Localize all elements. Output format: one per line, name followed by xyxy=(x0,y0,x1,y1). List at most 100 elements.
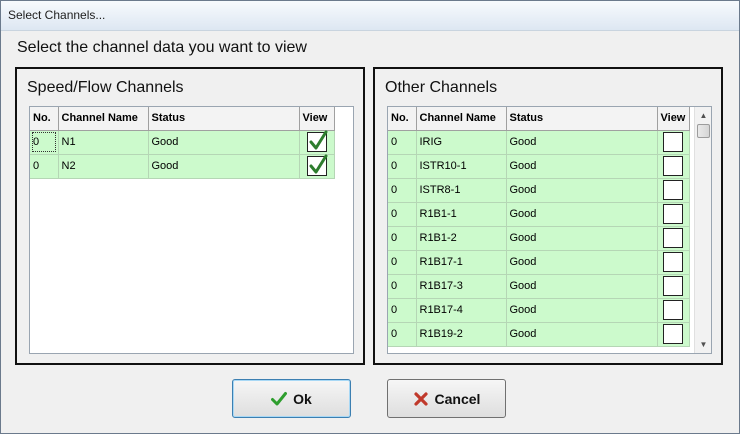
speed-flow-header-row: No. Channel Name Status View xyxy=(30,107,335,131)
cell-channel-name[interactable]: R1B17-4 xyxy=(416,298,507,323)
cell-channel-name[interactable]: N2 xyxy=(58,154,149,179)
cell-status[interactable]: Good xyxy=(506,250,658,275)
cell-status[interactable]: Good xyxy=(148,130,300,155)
column-header-view[interactable]: View xyxy=(657,107,690,131)
column-header-no[interactable]: No. xyxy=(30,107,59,131)
column-header-status[interactable]: Status xyxy=(148,107,300,131)
cell-no[interactable]: 0 xyxy=(30,154,59,179)
table-row[interactable]: 0 R1B17-1 Good xyxy=(388,250,690,275)
view-checkbox[interactable] xyxy=(663,324,683,344)
checkmark-icon xyxy=(271,391,288,407)
cell-view xyxy=(657,274,690,299)
cell-status[interactable]: Good xyxy=(506,202,658,227)
dialog-window: Select Channels... Select the channel da… xyxy=(0,0,740,434)
cell-channel-name[interactable]: R1B1-2 xyxy=(416,226,507,251)
cell-channel-name[interactable]: ISTR8-1 xyxy=(416,178,507,203)
table-row[interactable]: 0 ISTR8-1 Good xyxy=(388,178,690,203)
cell-channel-name[interactable]: R1B1-1 xyxy=(416,202,507,227)
column-header-channel-name[interactable]: Channel Name xyxy=(58,107,149,131)
other-channels-rows: 0 IRIG Good 0 ISTR10-1 Good 0 ISTR8-1 Good 0 R1B1-… xyxy=(388,130,690,347)
table-row[interactable]: 0 IRIG Good xyxy=(388,130,690,155)
column-header-status[interactable]: Status xyxy=(506,107,658,131)
cell-channel-name[interactable]: R1B19-2 xyxy=(416,322,507,347)
ok-button-label: Ok xyxy=(293,390,312,407)
view-checkbox[interactable] xyxy=(663,204,683,224)
other-channels-table: No. Channel Name Status View 0 IRIG Good 0 I… xyxy=(388,107,690,347)
title-bar[interactable]: Select Channels... xyxy=(1,1,739,31)
table-row[interactable]: 0 N1 Good xyxy=(30,130,335,155)
speed-flow-table: No. Channel Name Status View 0 N1 Good 0 N2 G… xyxy=(30,107,335,179)
cell-no[interactable]: 0 xyxy=(388,154,417,179)
cell-no[interactable]: 0 xyxy=(30,130,59,155)
column-header-no[interactable]: No. xyxy=(388,107,417,131)
scrollbar-thumb[interactable] xyxy=(697,124,710,138)
cell-no[interactable]: 0 xyxy=(388,250,417,275)
cell-status[interactable]: Good xyxy=(506,178,658,203)
table-row[interactable]: 0 N2 Good xyxy=(30,154,335,179)
cell-view xyxy=(657,322,690,347)
cell-view xyxy=(299,130,335,155)
cell-view xyxy=(657,250,690,275)
table-row[interactable]: 0 R1B17-4 Good xyxy=(388,298,690,323)
cell-no[interactable]: 0 xyxy=(388,130,417,155)
cell-no[interactable]: 0 xyxy=(388,322,417,347)
view-checkbox[interactable] xyxy=(663,180,683,200)
cell-view xyxy=(657,202,690,227)
cell-status[interactable]: Good xyxy=(506,298,658,323)
cell-status[interactable]: Good xyxy=(506,226,658,251)
cancel-button[interactable]: Cancel xyxy=(387,379,506,418)
scroll-up-arrow-icon[interactable]: ▲ xyxy=(695,107,711,124)
view-checkbox[interactable] xyxy=(663,156,683,176)
view-checkbox[interactable] xyxy=(306,154,327,176)
speed-flow-rows: 0 N1 Good 0 N2 Good xyxy=(30,130,335,179)
cell-status[interactable]: Good xyxy=(506,322,658,347)
cell-no[interactable]: 0 xyxy=(388,226,417,251)
cell-status[interactable]: Good xyxy=(506,130,658,155)
cell-view xyxy=(657,154,690,179)
cell-no[interactable]: 0 xyxy=(388,178,417,203)
vertical-scrollbar[interactable]: ▲ ▼ xyxy=(694,107,711,353)
cell-view xyxy=(657,178,690,203)
cell-status[interactable]: Good xyxy=(148,154,300,179)
cell-no[interactable]: 0 xyxy=(388,202,417,227)
cell-view xyxy=(657,298,690,323)
table-row[interactable]: 0 R1B1-1 Good xyxy=(388,202,690,227)
cell-channel-name[interactable]: R1B17-3 xyxy=(416,274,507,299)
cell-view xyxy=(657,226,690,251)
cell-channel-name[interactable]: R1B17-1 xyxy=(416,250,507,275)
other-channels-header-row: No. Channel Name Status View xyxy=(388,107,690,131)
cell-status[interactable]: Good xyxy=(506,154,658,179)
view-checkbox[interactable] xyxy=(306,130,327,152)
other-channels-group: Other Channels No. Channel Name Status V… xyxy=(373,67,723,365)
table-row[interactable]: 0 R1B19-2 Good xyxy=(388,322,690,347)
view-checkbox[interactable] xyxy=(663,300,683,320)
cell-status[interactable]: Good xyxy=(506,274,658,299)
cell-channel-name[interactable]: N1 xyxy=(58,130,149,155)
other-channels-grid[interactable]: No. Channel Name Status View 0 IRIG Good 0 I… xyxy=(387,106,712,354)
view-checkbox[interactable] xyxy=(663,132,683,152)
table-row[interactable]: 0 ISTR10-1 Good xyxy=(388,154,690,179)
cell-no[interactable]: 0 xyxy=(388,298,417,323)
window-title: Select Channels... xyxy=(8,8,106,22)
table-row[interactable]: 0 R1B17-3 Good xyxy=(388,274,690,299)
ok-button[interactable]: Ok xyxy=(232,379,351,418)
view-checkbox[interactable] xyxy=(663,228,683,248)
view-checkbox[interactable] xyxy=(663,276,683,296)
speed-flow-title: Speed/Flow Channels xyxy=(27,79,184,96)
speed-flow-group: Speed/Flow Channels No. Channel Name Sta… xyxy=(15,67,365,365)
cell-view xyxy=(299,154,335,179)
column-header-channel-name[interactable]: Channel Name xyxy=(416,107,507,131)
column-header-view[interactable]: View xyxy=(299,107,335,131)
cancel-button-label: Cancel xyxy=(434,390,481,407)
table-row[interactable]: 0 R1B1-2 Good xyxy=(388,226,690,251)
cell-channel-name[interactable]: ISTR10-1 xyxy=(416,154,507,179)
scroll-down-arrow-icon[interactable]: ▼ xyxy=(695,336,711,353)
view-checkbox[interactable] xyxy=(663,252,683,272)
cell-no[interactable]: 0 xyxy=(388,274,417,299)
cell-view xyxy=(657,130,690,155)
speed-flow-grid[interactable]: No. Channel Name Status View 0 N1 Good 0 N2 G… xyxy=(29,106,354,354)
other-channels-title: Other Channels xyxy=(385,79,498,96)
x-icon xyxy=(413,391,429,407)
dialog-heading: Select the channel data you want to view xyxy=(17,39,307,56)
cell-channel-name[interactable]: IRIG xyxy=(416,130,507,155)
